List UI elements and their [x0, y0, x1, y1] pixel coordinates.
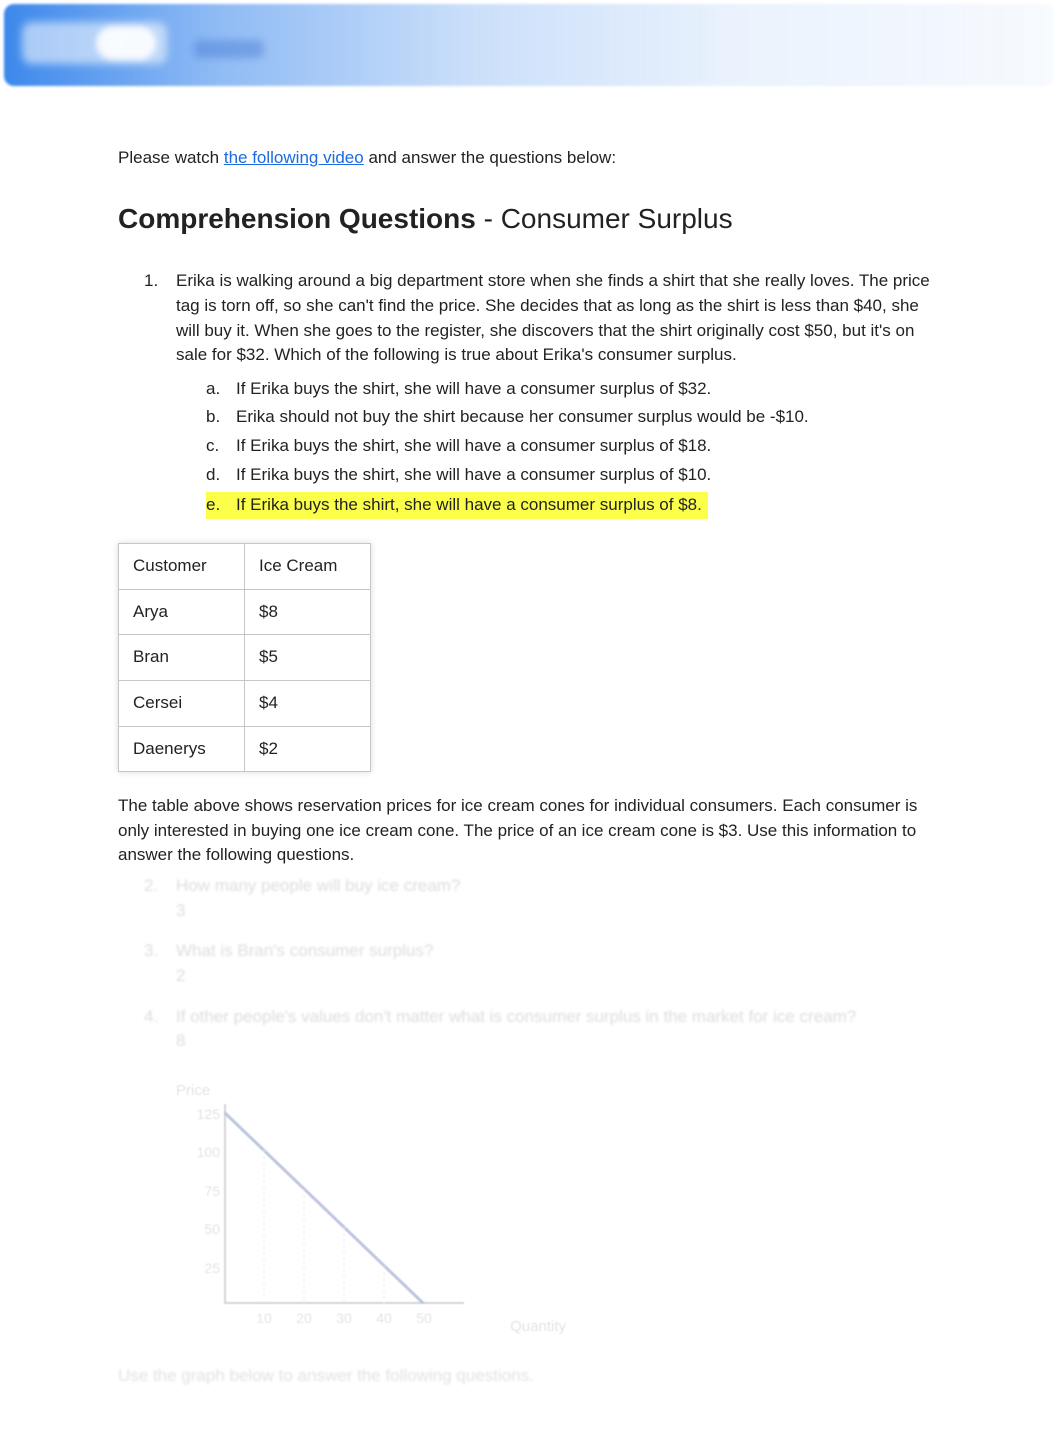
y-tick: 50: [186, 1219, 220, 1239]
table-caption: The table above shows reservation prices…: [118, 794, 944, 868]
choice-text: Erika should not buy the shirt because h…: [236, 407, 809, 426]
choice-text: If Erika buys the shirt, she will have a…: [236, 465, 711, 484]
page-title: Comprehension Questions - Consumer Surpl…: [118, 199, 944, 240]
choice-text: If Erika buys the shirt, she will have a…: [236, 436, 711, 455]
choice-letter: a.: [206, 377, 230, 402]
x-tick: 10: [249, 1308, 279, 1342]
choice-letter: d.: [206, 463, 230, 488]
answer-choice: c. If Erika buys the shirt, she will have…: [206, 433, 944, 460]
answer-choice: d. If Erika buys the shirt, she will have…: [206, 462, 944, 489]
question-1: 1. Erika is walking around a big departm…: [146, 269, 944, 521]
choice-text: If Erika buys the shirt, she will have a…: [236, 379, 711, 398]
x-tick: 50: [409, 1308, 439, 1342]
y-tick: 125: [186, 1104, 220, 1124]
table-cell: Bran: [119, 635, 245, 681]
table-cell: Cersei: [119, 680, 245, 726]
y-tick: 75: [186, 1181, 220, 1201]
y-tick: 100: [186, 1142, 220, 1162]
table-cell: $4: [245, 680, 371, 726]
table-cell: $8: [245, 589, 371, 635]
table-cell: $5: [245, 635, 371, 681]
intro-paragraph: Please watch the following video and ans…: [118, 146, 944, 171]
x-tick: 30: [329, 1308, 359, 1342]
q1-text: Erika is walking around a big department…: [176, 271, 930, 364]
app-top-bar: [4, 4, 1054, 86]
answer-choice: a. If Erika buys the shirt, she will have…: [206, 376, 944, 403]
intro-suffix: and answer the questions below:: [364, 148, 616, 167]
choice-text: If Erika buys the shirt, she will have a…: [236, 495, 702, 514]
title-rest: - Consumer Surplus: [476, 203, 733, 234]
x-tick: 40: [369, 1308, 399, 1342]
x-tick: 20: [289, 1308, 319, 1342]
intro-prefix: Please watch: [118, 148, 224, 167]
document-body: Please watch the following video and ans…: [0, 86, 1062, 1429]
nav-word: [194, 40, 264, 58]
choice-letter: c.: [206, 434, 230, 459]
chart-xlabel: Quantity: [510, 1316, 566, 1338]
chart-ylabel: Price: [176, 1080, 210, 1102]
video-link[interactable]: the following video: [224, 148, 364, 167]
reservation-price-table: CustomerIce Cream Arya$8Bran$5Cersei$4Da…: [118, 543, 371, 772]
table-cell: Daenerys: [119, 726, 245, 772]
chart-svg: [224, 1104, 464, 1304]
q1-number: 1.: [144, 269, 168, 294]
table-row: Bran$5: [119, 635, 371, 681]
table-row: Cersei$4: [119, 680, 371, 726]
question-2: 2. How many people will buy ice cream? 3: [146, 874, 944, 923]
table-cell: $2: [245, 726, 371, 772]
table-header: Ice Cream: [245, 544, 371, 590]
table-row: Daenerys$2: [119, 726, 371, 772]
answer-choice: b. Erika should not buy the shirt because…: [206, 404, 944, 431]
question-3: 3. What is Bran's consumer surplus? 2: [146, 939, 944, 988]
graph-caption: Use the graph below to answer the follow…: [118, 1364, 944, 1389]
choice-letter: b.: [206, 405, 230, 430]
table-header: Customer: [119, 544, 245, 590]
question-4: 4. If other people's values don't matter…: [146, 1005, 944, 1054]
demand-chart: Price 255075100125 1020304050 Quantity: [176, 1080, 506, 1340]
choice-letter: e.: [206, 493, 230, 518]
y-tick: 25: [186, 1258, 220, 1278]
cloud-icon: [96, 26, 156, 60]
table-cell: Arya: [119, 589, 245, 635]
answer-choice: e. If Erika buys the shirt, she will have…: [206, 492, 708, 519]
table-row: Arya$8: [119, 589, 371, 635]
title-bold: Comprehension Questions: [118, 203, 476, 234]
